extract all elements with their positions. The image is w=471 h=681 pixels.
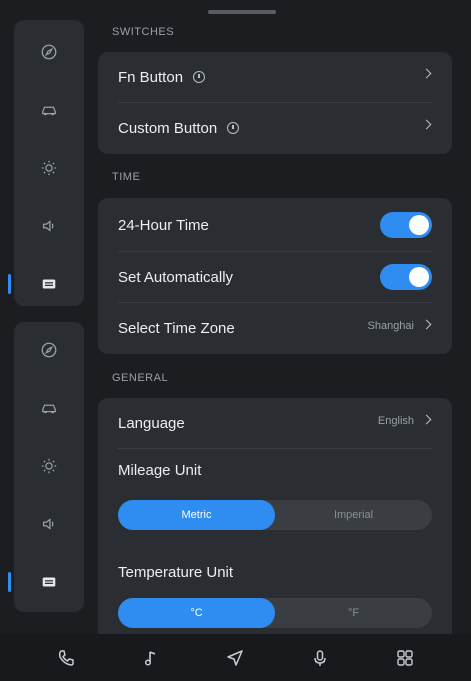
temperature-unit-label: Temperature Unit (118, 564, 234, 581)
brightness-icon (41, 160, 57, 176)
mileage-unit-label: Mileage Unit (118, 462, 202, 479)
navigation-icon (227, 649, 244, 666)
drag-handle[interactable] (208, 10, 276, 14)
time-zone-label: Select Time Zone (118, 319, 235, 337)
side-rail (8, 20, 84, 306)
toggle-knob (409, 215, 429, 235)
section-label-general: GENERAL (112, 372, 169, 384)
time-zone-value: Shanghai (367, 320, 415, 332)
microphone-icon (314, 649, 326, 666)
switches-card: Fn Button Custom Button (98, 52, 452, 154)
rail-item-brightness-2[interactable] (14, 446, 84, 486)
dock-apps[interactable] (385, 638, 425, 678)
time-card: 24-Hour Time Set Automatically Select Ti… (98, 198, 452, 354)
section-label-time: TIME (112, 171, 141, 183)
mileage-unit-selector[interactable]: Metric Imperial (118, 500, 432, 530)
chevron-right-icon (421, 119, 432, 130)
chevron-right-icon (421, 68, 432, 79)
fn-button-label: Fn Button (118, 68, 184, 86)
temperature-option-fahrenheit[interactable]: °F (275, 598, 432, 628)
set-automatically-row: Set Automatically (98, 252, 452, 302)
rail-item-volume-2[interactable] (14, 504, 84, 544)
info-icon[interactable] (193, 71, 206, 83)
brightness-icon (41, 458, 57, 474)
custom-button-label: Custom Button (118, 119, 218, 137)
settings-screen: SWITCHES Fn Button Custom Button TIME 24… (0, 0, 471, 681)
compass-icon (41, 44, 57, 60)
rail-item-car[interactable] (14, 90, 84, 130)
rail-item-compass[interactable] (14, 32, 84, 72)
car-icon (42, 106, 56, 116)
rail-item-settings-2[interactable] (8, 562, 84, 602)
settings-card-icon (42, 279, 56, 289)
dock-navigation[interactable] (215, 638, 255, 678)
rail-item-compass-2[interactable] (14, 330, 84, 370)
rail-item-car-2[interactable] (14, 388, 84, 428)
dock-phone[interactable] (46, 638, 86, 678)
volume-icon (42, 220, 54, 232)
info-icon[interactable] (227, 122, 240, 134)
temperature-unit-selector[interactable]: °C °F (118, 598, 432, 628)
language-row[interactable]: Language English (98, 398, 452, 448)
fn-button-row[interactable]: Fn Button (98, 52, 452, 102)
language-label: Language (118, 414, 185, 432)
set-automatically-label: Set Automatically (118, 268, 234, 286)
rail-item-settings[interactable] (8, 264, 84, 304)
chevron-right-icon (421, 319, 432, 330)
dock-music[interactable] (131, 638, 171, 678)
volume-icon (42, 518, 54, 530)
set-automatically-toggle[interactable] (380, 264, 432, 290)
compass-icon (41, 342, 57, 358)
toggle-knob (409, 267, 429, 287)
general-card: Language English Mileage Unit Metric Imp… (98, 398, 452, 634)
bottom-dock (0, 634, 471, 681)
phone-icon (59, 649, 75, 666)
custom-button-row[interactable]: Custom Button (98, 103, 452, 153)
music-icon (144, 650, 156, 666)
hour24-label: 24-Hour Time (118, 216, 209, 234)
mileage-option-imperial[interactable]: Imperial (275, 500, 432, 530)
rail-item-brightness[interactable] (14, 148, 84, 188)
hour24-toggle[interactable] (380, 212, 432, 238)
settings-card-icon (42, 577, 56, 587)
hour24-row: 24-Hour Time (98, 200, 452, 250)
rail-item-volume[interactable] (14, 206, 84, 246)
temperature-option-celsius[interactable]: °C (118, 598, 275, 628)
side-rail-secondary (8, 322, 84, 612)
time-zone-row[interactable]: Select Time Zone Shanghai (98, 303, 452, 353)
dock-microphone[interactable] (300, 638, 340, 678)
apps-grid-icon (396, 649, 413, 666)
car-icon (42, 404, 56, 414)
chevron-right-icon (421, 414, 432, 425)
section-label-switches: SWITCHES (112, 26, 175, 38)
mileage-option-metric[interactable]: Metric (118, 500, 275, 530)
language-value: English (377, 415, 414, 427)
divider (118, 448, 432, 449)
